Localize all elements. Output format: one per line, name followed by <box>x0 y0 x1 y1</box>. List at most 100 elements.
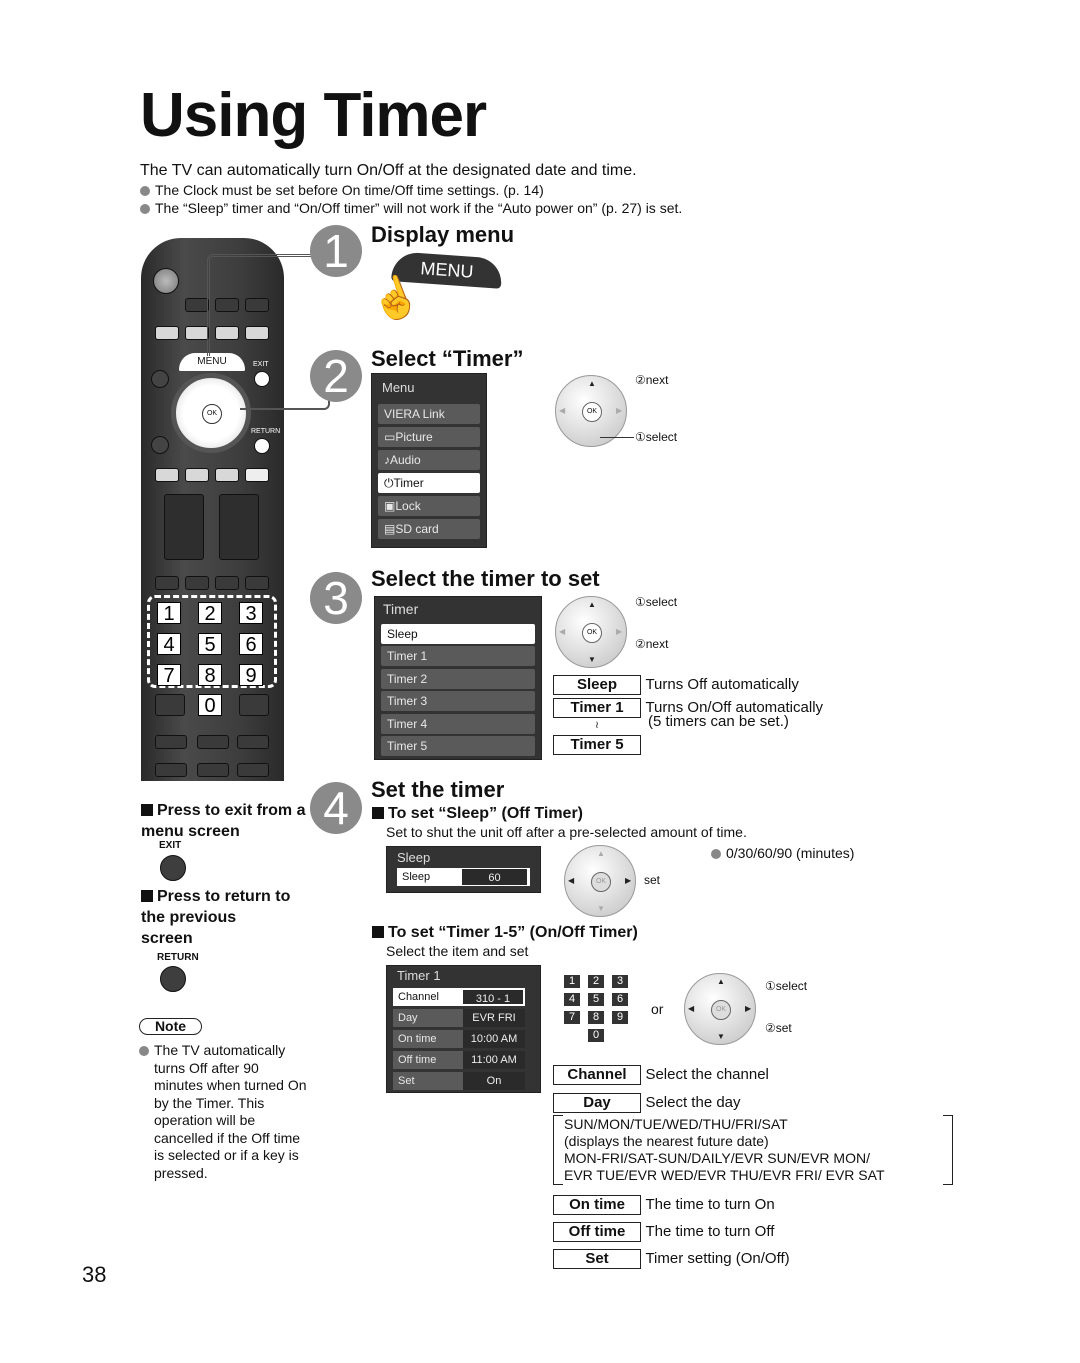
step2-heading: Select “Timer” <box>371 346 524 371</box>
arrow-up-icon: ▲ <box>597 849 605 858</box>
ok-button[interactable]: OK <box>591 872 611 892</box>
remote-button[interactable] <box>155 735 187 749</box>
remote-button[interactable] <box>197 735 229 749</box>
mini-key-3[interactable]: 3 <box>612 975 628 988</box>
remote-button[interactable] <box>155 763 187 777</box>
remote-button[interactable] <box>155 576 179 590</box>
timer-menu-item[interactable]: Sleep <box>381 623 535 644</box>
timer-legend: Channel Select the channel Day Select th… <box>553 1065 953 1276</box>
mini-key-0[interactable]: 0 <box>588 1029 604 1042</box>
timer-menu-item[interactable]: Timer 4 <box>381 713 535 734</box>
remote-dpad[interactable]: OK <box>171 373 251 453</box>
remote-channel-rocker[interactable] <box>219 494 259 560</box>
remote-volume-rocker[interactable] <box>164 494 204 560</box>
remote-button[interactable] <box>245 576 269 590</box>
annotation-select: ①select <box>765 979 808 993</box>
menu-item[interactable]: ▤SD card <box>378 519 480 539</box>
timer-menu-item[interactable]: Timer 5 <box>381 736 535 756</box>
day-option-line: MON-FRI/SAT-SUN/DAILY/EVR SUN/EVR MON/ <box>564 1150 870 1166</box>
timer-setting-row[interactable]: On time 10:00 AM <box>393 1030 534 1048</box>
day-option-line: (displays the nearest future date) <box>564 1133 769 1149</box>
timer-setting-value[interactable]: 10:00 AM <box>463 1030 525 1048</box>
timer-menu-item[interactable]: Timer 2 <box>381 668 535 689</box>
timer-setting-row[interactable]: Day EVR FRI <box>393 1009 534 1027</box>
menu-item[interactable]: ▭Picture <box>378 427 480 447</box>
remote-button[interactable] <box>155 694 185 716</box>
timer-menu-item[interactable]: Timer 3 <box>381 691 535 711</box>
num-key-1[interactable]: 1 <box>157 602 181 625</box>
remote-left-button-2[interactable] <box>151 436 169 454</box>
timer-setting-row[interactable]: Set On <box>393 1072 534 1090</box>
mini-key-9[interactable]: 9 <box>612 1011 628 1024</box>
num-key-3[interactable]: 3 <box>239 602 263 625</box>
remote-return-button[interactable] <box>254 438 270 454</box>
mini-key-4[interactable]: 4 <box>564 993 580 1006</box>
arrow-up-icon: ▲ <box>717 977 725 986</box>
mini-key-8[interactable]: 8 <box>588 1011 604 1024</box>
timer-setting-label: Off time <box>393 1051 463 1069</box>
timer-setting-row[interactable]: Channel 310 - 1 <box>393 988 534 1006</box>
remote-button[interactable] <box>185 326 209 340</box>
arrow-left-icon: ◀ <box>568 876 575 885</box>
mini-key-1[interactable]: 1 <box>564 975 580 988</box>
mini-key-6[interactable]: 6 <box>612 993 628 1006</box>
mini-key-7[interactable]: 7 <box>564 1011 580 1024</box>
timer-setting-value[interactable]: On <box>463 1072 525 1090</box>
remote-button[interactable] <box>185 298 209 312</box>
remote-button[interactable] <box>215 576 239 590</box>
num-key-8[interactable]: 8 <box>198 664 222 687</box>
remote-button[interactable] <box>185 468 209 482</box>
step3-legend: Sleep Turns Off automatically Timer 1 Tu… <box>553 675 823 755</box>
legend-key-channel: Channel <box>553 1065 641 1085</box>
remote-button[interactable] <box>237 735 269 749</box>
mini-key-2[interactable]: 2 <box>588 975 604 988</box>
num-key-5[interactable]: 5 <box>198 633 222 656</box>
arrow-right-icon: ▶ <box>625 876 632 885</box>
remote-button[interactable] <box>197 763 229 777</box>
menu-item-icon: ▣ <box>384 499 396 513</box>
num-key-2[interactable]: 2 <box>198 602 222 625</box>
remote-return-label: RETURN <box>251 428 281 435</box>
ok-button[interactable]: OK <box>582 623 602 643</box>
num-key-7[interactable]: 7 <box>157 664 181 687</box>
range-tilde: ≀ <box>595 720 599 731</box>
timer-setting-value[interactable]: 11:00 AM <box>463 1051 525 1069</box>
remote-ok-button[interactable]: OK <box>202 404 222 424</box>
legend-desc: Turns Off automatically <box>645 676 799 693</box>
legend-key-timer5: Timer 5 <box>553 735 641 755</box>
num-key-0[interactable]: 0 <box>198 694 222 717</box>
mini-key-5[interactable]: 5 <box>588 993 604 1006</box>
timer-setting-value[interactable]: EVR FRI <box>463 1009 525 1027</box>
remote-button[interactable] <box>155 468 179 482</box>
ok-knob-timer[interactable]: ▲ ▼ ◀ ▶ OK <box>684 973 756 1045</box>
ok-knob-step3[interactable]: ▲ ▼ ◀ ▶ OK <box>555 596 627 668</box>
remote-button[interactable] <box>185 576 209 590</box>
remote-button[interactable] <box>239 694 269 716</box>
return-heading: Press to return to the previous screen <box>141 886 291 949</box>
menu-item[interactable]: ⏻Timer <box>378 473 480 493</box>
ok-button[interactable]: OK <box>711 1000 731 1020</box>
num-key-6[interactable]: 6 <box>239 633 263 656</box>
timer-setting-value[interactable]: 310 - 1 <box>463 988 525 1006</box>
timer-menu-item[interactable]: Timer 1 <box>381 646 535 666</box>
timer-panel-title: Timer <box>383 601 419 617</box>
remote-button[interactable] <box>237 763 269 777</box>
remote-left-button[interactable] <box>151 370 169 388</box>
timer-setting-row[interactable]: Off time 11:00 AM <box>393 1051 534 1069</box>
remote-button[interactable] <box>155 326 179 340</box>
exit-button-icon <box>160 855 186 881</box>
power-button[interactable] <box>153 268 179 294</box>
remote-button[interactable] <box>215 468 239 482</box>
legend-desc: Select the channel <box>645 1066 769 1083</box>
return-label: RETURN <box>157 952 199 963</box>
menu-item[interactable]: VIERA Link <box>378 404 480 424</box>
remote-button[interactable] <box>245 468 269 482</box>
ok-knob-sleep[interactable]: ◀ ▶ ▲ ▼ OK <box>564 845 636 917</box>
ok-button[interactable]: OK <box>582 402 602 422</box>
menu-item-icon: ⏻ <box>384 476 394 490</box>
menu-item[interactable]: ♪Audio <box>378 450 480 470</box>
num-key-9[interactable]: 9 <box>239 664 263 687</box>
num-key-4[interactable]: 4 <box>157 633 181 656</box>
menu-item[interactable]: ▣Lock <box>378 496 480 516</box>
sleep-row-value[interactable]: 60 <box>462 869 527 885</box>
